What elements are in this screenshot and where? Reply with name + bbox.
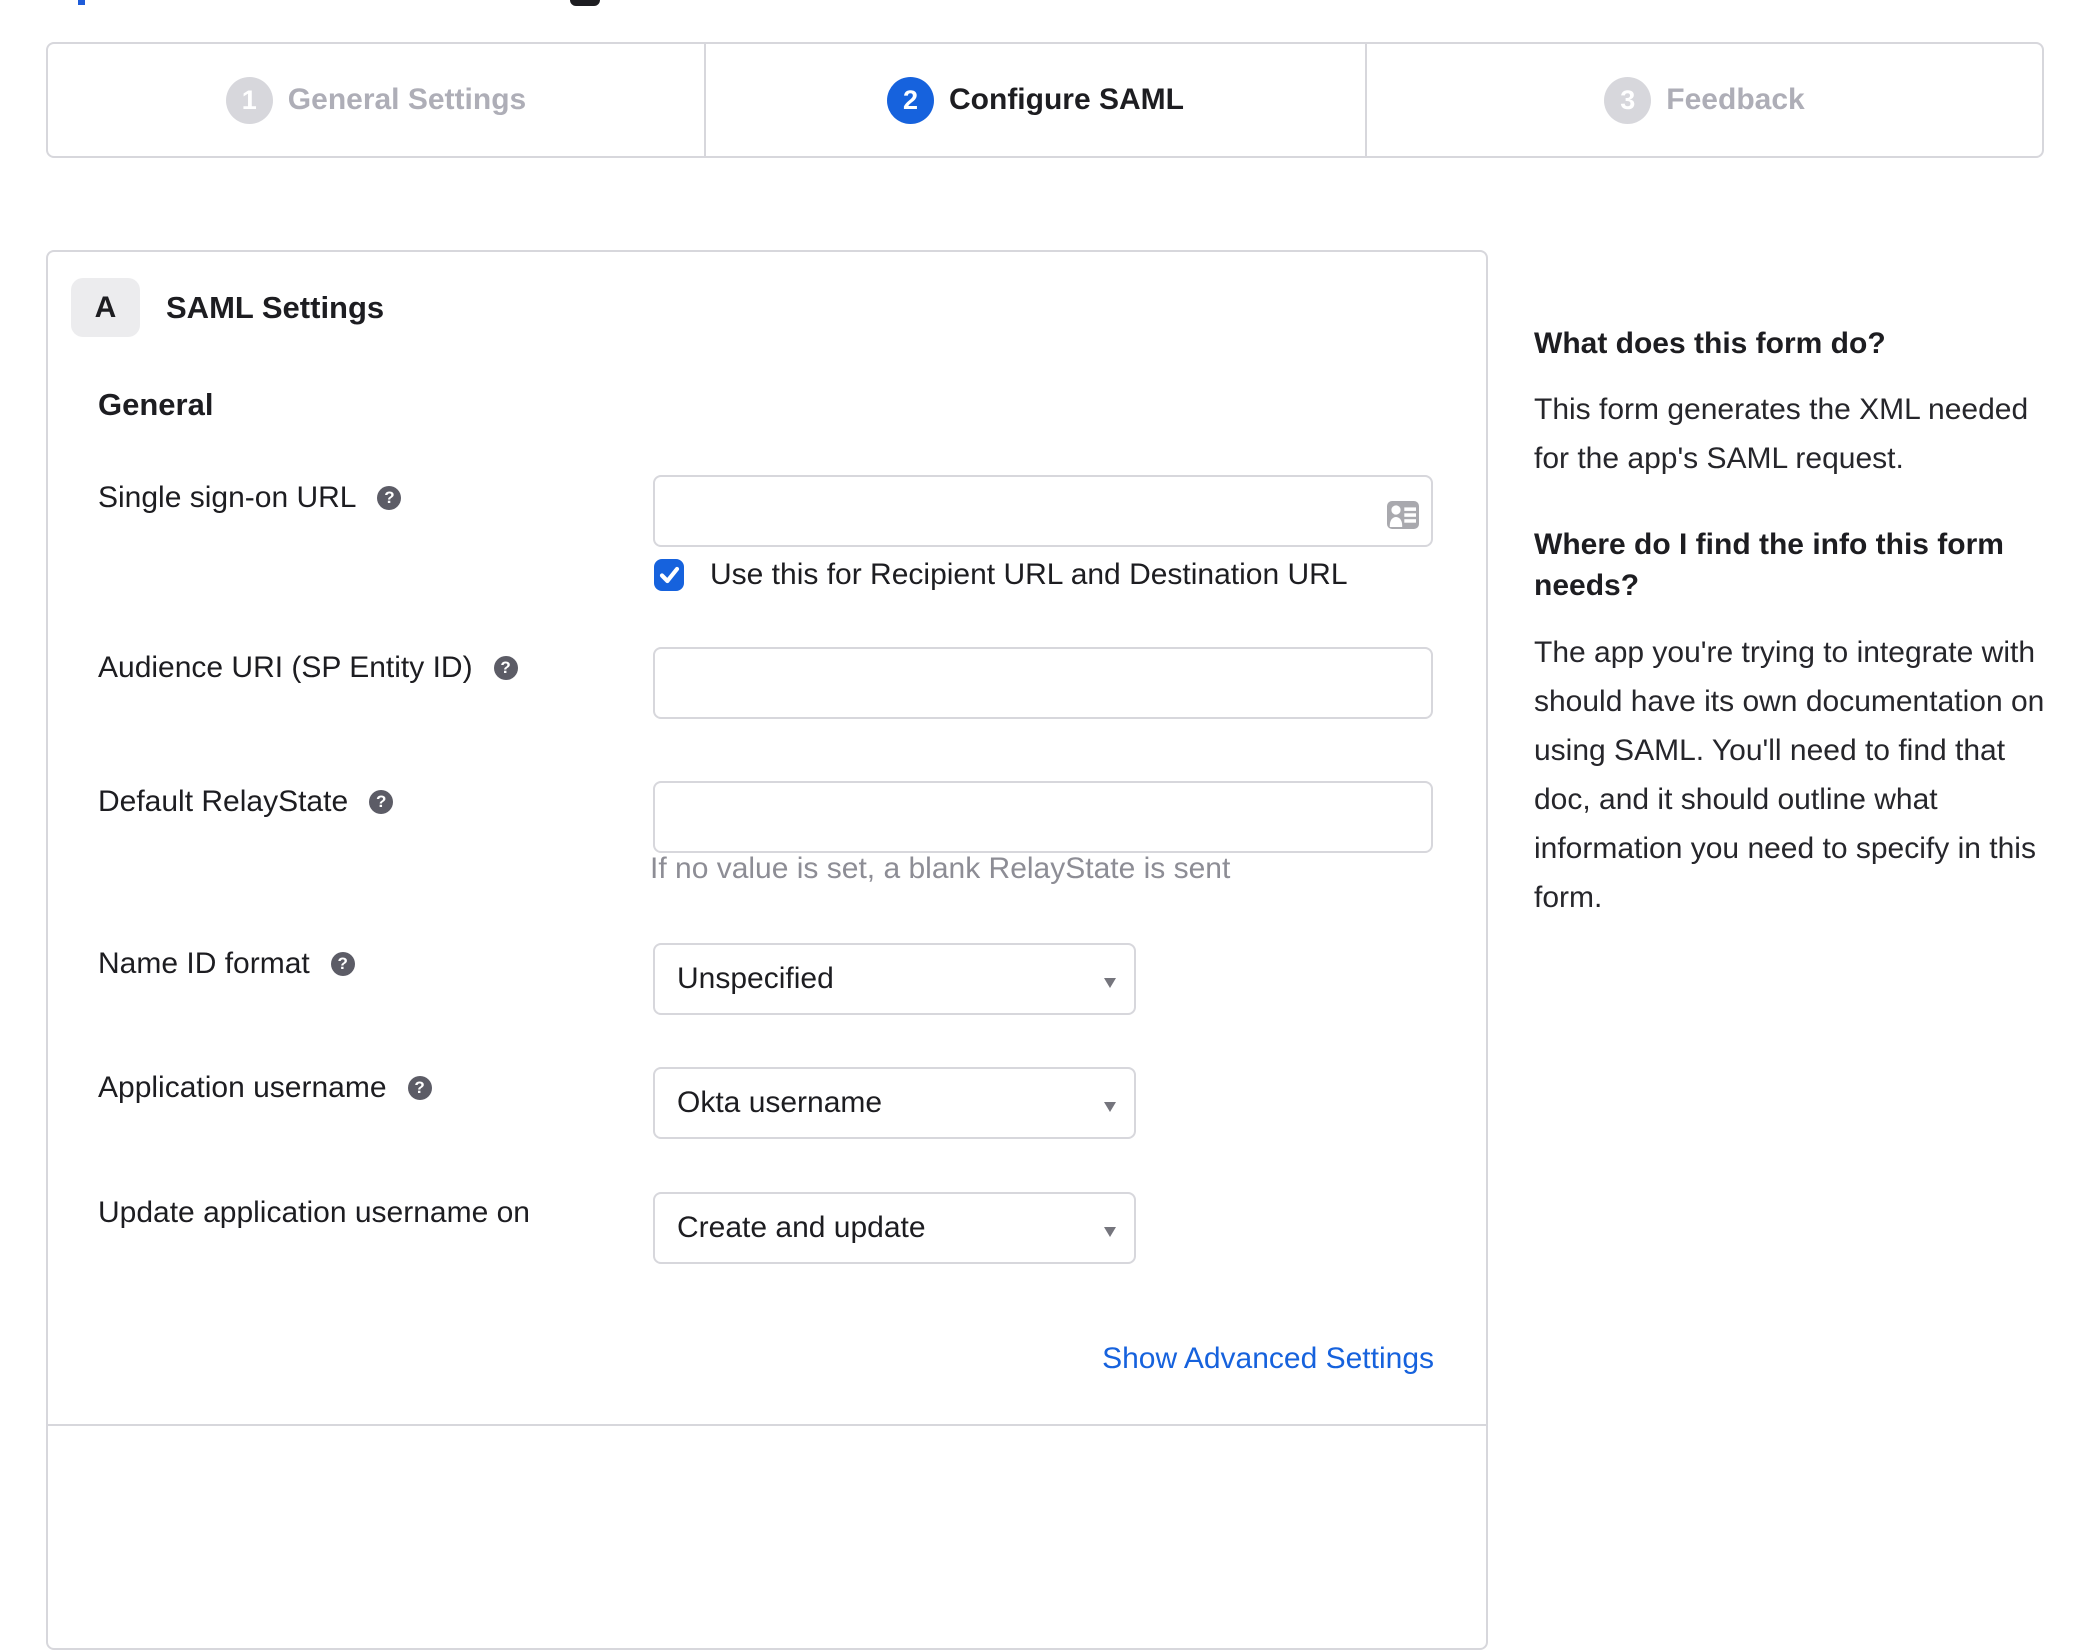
relaystate-helper-text: If no value is set, a blank RelayState i… (650, 852, 1231, 885)
name-id-format-select[interactable]: Unspecified (653, 943, 1136, 1015)
update-application-username-value: Create and update (677, 1211, 926, 1244)
wizard-stepper: 1 General Settings 2 Configure SAML 3 Fe… (46, 42, 2044, 158)
panel-title: SAML Settings (166, 290, 385, 325)
step-general-settings[interactable]: 1 General Settings (48, 44, 704, 156)
default-relaystate-input[interactable] (653, 781, 1433, 853)
update-application-username-label: Update application username on (98, 1193, 530, 1233)
application-username-label-text: Application username (98, 1071, 387, 1104)
recipient-url-checkbox[interactable] (654, 559, 684, 591)
single-sign-on-url-input[interactable] (653, 475, 1433, 547)
update-application-username-select[interactable]: Create and update (653, 1192, 1136, 1264)
application-username-label: Application username ? (98, 1068, 432, 1108)
step-feedback[interactable]: 3 Feedback (1365, 44, 2042, 156)
step-1-number-badge: 1 (225, 76, 273, 124)
help-icon[interactable]: ? (377, 486, 402, 510)
name-id-format-label-text: Name ID format (98, 947, 310, 980)
step-2-number-badge: 2 (887, 76, 934, 124)
chevron-down-icon (1104, 978, 1116, 988)
step-1-label: General Settings (287, 83, 527, 116)
step-configure-saml[interactable]: 2 Configure SAML (704, 44, 1365, 156)
audience-uri-input[interactable] (653, 647, 1433, 719)
recipient-url-checkbox-label: Use this for Recipient URL and Destinati… (710, 558, 1348, 591)
help-icon[interactable]: ? (330, 952, 355, 976)
contact-card-icon (1387, 501, 1419, 529)
application-username-value: Okta username (677, 1086, 883, 1119)
section-a-badge: A (71, 278, 140, 337)
audience-uri-label: Audience URI (SP Entity ID) ? (98, 648, 518, 688)
sidebar-paragraph-where: The app you're trying to integrate with … (1534, 636, 2045, 914)
help-icon[interactable]: ? (493, 656, 518, 680)
help-icon[interactable]: ? (369, 790, 394, 814)
recipient-url-checkbox-row: Use this for Recipient URL and Destinati… (654, 558, 1348, 592)
show-advanced-settings-link[interactable]: Show Advanced Settings (1102, 1342, 1434, 1376)
general-section-heading: General (98, 387, 214, 422)
saml-settings-panel: A SAML Settings General Single sign-on U… (46, 250, 1488, 1650)
step-2-label: Configure SAML (949, 83, 1184, 116)
single-sign-on-url-label-text: Single sign-on URL (98, 481, 357, 514)
audience-uri-label-text: Audience URI (SP Entity ID) (98, 651, 473, 684)
name-id-format-value: Unspecified (677, 962, 834, 995)
sidebar-paragraph-what: This form generates the XML needed for t… (1534, 393, 2029, 475)
default-relaystate-label: Default RelayState ? (98, 782, 394, 822)
checkmark-icon (659, 566, 680, 584)
single-sign-on-url-label: Single sign-on URL ? (98, 478, 402, 518)
sidebar-heading-what: What does this form do? (1534, 327, 1886, 360)
page-title-remnant-black (570, 0, 600, 6)
page-title-remnant-blue (78, 0, 85, 5)
name-id-format-label: Name ID format ? (98, 944, 355, 984)
help-icon[interactable]: ? (407, 1076, 432, 1100)
step-3-number-badge: 3 (1604, 76, 1652, 124)
update-application-username-label-text: Update application username on (98, 1196, 530, 1229)
chevron-down-icon (1104, 1102, 1116, 1112)
step-3-label: Feedback (1666, 83, 1805, 116)
chevron-down-icon (1104, 1227, 1116, 1237)
default-relaystate-label-text: Default RelayState (98, 785, 349, 818)
help-sidebar: What does this form do? This form genera… (1534, 323, 2064, 922)
application-username-select[interactable]: Okta username (653, 1067, 1136, 1139)
sidebar-heading-where: Where do I find the info this form needs… (1534, 528, 2004, 602)
